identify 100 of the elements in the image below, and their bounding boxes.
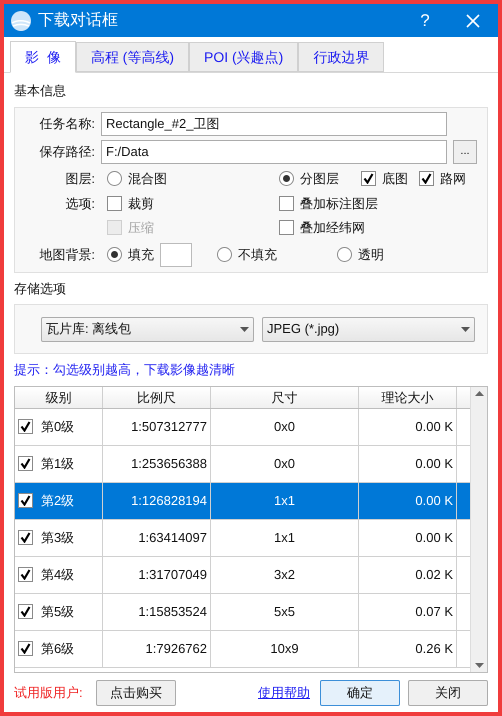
table-cell-text: 1:253656388 xyxy=(131,455,207,473)
dropdown-arrow-icon xyxy=(461,326,470,332)
tab[interactable]: POI (兴趣点) xyxy=(189,42,298,72)
checkbox[interactable] xyxy=(107,196,122,211)
tab[interactable]: 行政边界 xyxy=(298,42,384,72)
table-row[interactable]: 第5级 1:15853524 5x5 0.07 K xyxy=(15,594,470,631)
tab[interactable]: 影 像 xyxy=(10,41,76,73)
check-icon xyxy=(20,569,31,580)
table-cell-text: 3x2 xyxy=(274,566,295,584)
option-label: 压缩 xyxy=(128,219,154,237)
table-cell-text: 0.00 K xyxy=(415,455,453,473)
color-swatch[interactable] xyxy=(160,242,192,266)
table-cell-text: 1x1 xyxy=(274,492,295,510)
checkbox[interactable] xyxy=(18,567,33,582)
scroll-down-icon[interactable] xyxy=(474,663,484,668)
trial-label: 试用版用户: xyxy=(14,684,84,702)
table-row[interactable]: 第2级 1:126828194 1x1 0.00 K xyxy=(15,482,470,520)
checkbox[interactable] xyxy=(18,456,33,472)
close-icon[interactable] xyxy=(466,14,480,28)
scroll-up-icon[interactable] xyxy=(474,390,484,396)
check-icon xyxy=(20,421,31,432)
table-cell-text: 0.00 K xyxy=(415,529,453,547)
table-cell-text: 第4级 xyxy=(41,566,74,584)
field-label: 图层: xyxy=(64,170,95,188)
table-cell-text: 第5级 xyxy=(41,603,74,621)
table-cell-text: 第3级 xyxy=(41,529,74,547)
table-cell-text: 0.26 K xyxy=(415,640,453,658)
table-cell-text: 第0级 xyxy=(41,418,74,436)
help-button[interactable]: ? xyxy=(402,8,448,34)
radio-button[interactable] xyxy=(337,247,352,262)
table-row[interactable]: 第0级 1:507312777 0x0 0.00 K xyxy=(15,408,470,446)
column-header[interactable]: 级别 xyxy=(15,386,103,408)
table-row[interactable]: 第4级 1:31707049 3x2 0.02 K xyxy=(15,556,470,594)
radio-button[interactable] xyxy=(107,247,122,262)
check-icon xyxy=(421,173,432,184)
hint-text: 提示：勾选级别越高，下载影像越清晰 xyxy=(14,361,236,380)
option-label: 填充 xyxy=(128,246,154,264)
scrollbar[interactable] xyxy=(470,386,487,672)
checkbox[interactable] xyxy=(18,641,33,656)
table-row[interactable]: 第6级 1:7926762 10x9 0.26 K xyxy=(15,630,470,668)
option-label: 透明 xyxy=(358,246,384,264)
table-cell-text: 1:15853524 xyxy=(138,603,207,621)
check-icon xyxy=(20,458,31,470)
dropdown[interactable]: 瓦片库: 离线包 xyxy=(41,316,254,342)
table-row[interactable]: 第1级 1:253656388 0x0 0.00 K xyxy=(15,446,470,483)
option-label: 叠加标注图层 xyxy=(300,194,378,212)
table-cell-text: 1:126828194 xyxy=(131,492,207,510)
table-row[interactable]: 第3级 1:63414097 1x1 0.00 K xyxy=(15,520,470,557)
table-cell-text: 1:31707049 xyxy=(138,566,207,584)
browse-button[interactable]: ... xyxy=(453,140,477,164)
section-title: 基本信息 xyxy=(14,82,67,100)
checkbox[interactable] xyxy=(18,493,33,508)
field-label: 地图背景: xyxy=(38,246,95,264)
input-field[interactable]: Rectangle_#2_卫图 xyxy=(101,112,447,136)
table-cell-text: 第1级 xyxy=(41,455,74,473)
table-cell-text: 第2级 xyxy=(41,492,74,510)
field-label: 任务名称: xyxy=(38,114,95,133)
checkbox[interactable] xyxy=(279,196,294,211)
option-label: 裁剪 xyxy=(128,194,154,212)
checkbox[interactable] xyxy=(18,419,33,434)
section-title: 存储选项 xyxy=(14,280,67,298)
checkbox[interactable] xyxy=(361,171,376,186)
table-cell-text: 1x1 xyxy=(274,529,295,547)
column-header[interactable]: 理论大小 xyxy=(359,386,457,408)
check-icon xyxy=(20,643,31,654)
table-cell-text: 1:7926762 xyxy=(146,640,207,658)
option-label: 不填充 xyxy=(238,246,277,264)
option-label: 混合图 xyxy=(128,170,167,188)
column-header[interactable]: 尺寸 xyxy=(211,386,359,408)
checkbox[interactable] xyxy=(419,171,434,186)
check-icon xyxy=(363,173,374,184)
dropdown-arrow-icon xyxy=(240,326,249,332)
field-label: 选项: xyxy=(64,194,95,212)
radio-button[interactable] xyxy=(279,171,294,186)
help-link[interactable]: 使用帮助 xyxy=(258,682,310,702)
dropdown[interactable]: JPEG (*.jpg) xyxy=(262,316,475,342)
ok-button[interactable]: 确定 xyxy=(320,680,400,706)
option-label: 分图层 xyxy=(300,170,339,188)
table-cell-text: 0.00 K xyxy=(415,418,453,436)
table-cell-text: 0.02 K xyxy=(415,566,453,584)
table-cell-text: 0.00 K xyxy=(415,492,453,510)
column-header[interactable]: 比例尺 xyxy=(103,386,211,408)
check-icon xyxy=(20,495,31,506)
buy-button[interactable]: 点击购买 xyxy=(96,680,176,706)
window-title: 下载对话框 xyxy=(38,10,119,30)
checkbox[interactable] xyxy=(279,220,294,236)
close-button[interactable]: 关闭 xyxy=(408,680,488,706)
radio-button[interactable] xyxy=(107,171,122,186)
input-field[interactable]: F:/Data xyxy=(101,140,447,164)
checkbox[interactable] xyxy=(18,604,33,620)
tab[interactable]: 高程 (等高线) xyxy=(76,42,189,72)
table-cell-text: 0x0 xyxy=(274,418,295,436)
check-icon xyxy=(20,606,31,618)
globe-icon xyxy=(10,10,32,32)
table-cell-text: 1:507312777 xyxy=(131,418,207,436)
table-cell-text: 10x9 xyxy=(270,640,299,658)
table-cell-text: 第6级 xyxy=(41,640,74,658)
checkbox[interactable] xyxy=(18,530,33,546)
radio-button[interactable] xyxy=(217,247,232,262)
option-label: 底图 xyxy=(382,170,408,188)
